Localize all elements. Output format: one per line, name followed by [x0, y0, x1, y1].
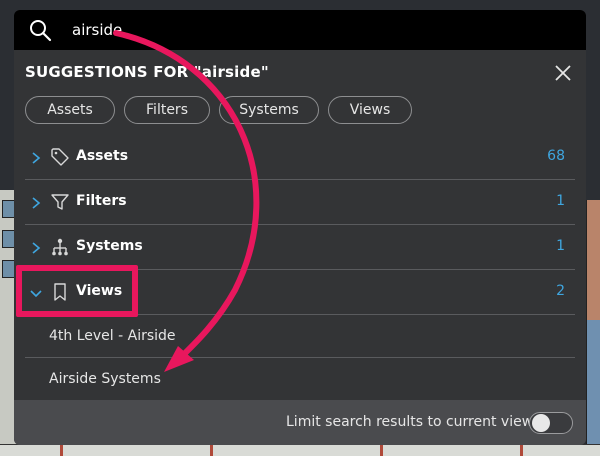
- tag-icon: [51, 148, 69, 166]
- hierarchy-icon: [52, 238, 68, 256]
- bookmark-icon: [54, 283, 66, 301]
- panel-footer: Limit search results to current view: [14, 400, 586, 445]
- post: [520, 444, 523, 456]
- category-row-filters[interactable]: Filters 1: [25, 181, 575, 225]
- chip-views[interactable]: Views: [328, 96, 412, 124]
- building-right-facade: [586, 320, 600, 456]
- funnel-icon: [51, 194, 69, 210]
- category-count: 2: [556, 283, 565, 299]
- post: [210, 444, 213, 456]
- ground-strip: [0, 444, 600, 456]
- view-result-label: 4th Level - Airside: [49, 328, 176, 344]
- chevron-right-icon[interactable]: [30, 196, 42, 210]
- post: [380, 444, 383, 456]
- category-row-systems[interactable]: Systems 1: [25, 226, 575, 270]
- category-count: 68: [547, 148, 565, 164]
- category-count: 1: [556, 238, 565, 254]
- chip-assets[interactable]: Assets: [25, 96, 115, 124]
- category-label: Systems: [76, 238, 143, 254]
- limit-results-label: Limit search results to current view: [286, 414, 534, 430]
- view-result-label: Airside Systems: [49, 371, 161, 387]
- chip-filters[interactable]: Filters: [124, 96, 210, 124]
- post: [60, 444, 63, 456]
- filter-chips: Assets Filters Systems Views: [25, 96, 412, 124]
- chevron-right-icon[interactable]: [30, 241, 42, 255]
- view-result-item[interactable]: 4th Level - Airside: [25, 315, 575, 358]
- close-icon[interactable]: [554, 64, 572, 82]
- chevron-right-icon[interactable]: [30, 151, 42, 165]
- search-bar: [14, 10, 586, 50]
- toggle-knob: [532, 414, 550, 432]
- category-label: Filters: [76, 193, 127, 209]
- chip-systems[interactable]: Systems: [219, 96, 319, 124]
- category-label: Views: [76, 283, 123, 299]
- limit-results-toggle[interactable]: [529, 412, 573, 434]
- category-count: 1: [556, 193, 565, 209]
- view-result-item[interactable]: Airside Systems: [25, 358, 575, 401]
- search-input[interactable]: [72, 18, 552, 42]
- category-row-assets[interactable]: Assets 68: [25, 136, 575, 180]
- category-label: Assets: [76, 148, 129, 164]
- suggestions-title: SUGGESTIONS FOR "airside": [25, 63, 269, 81]
- suggestions-panel: SUGGESTIONS FOR "airside" Assets Filters…: [14, 50, 586, 445]
- chevron-down-icon[interactable]: [30, 286, 42, 300]
- search-icon: [30, 20, 52, 42]
- category-row-views[interactable]: Views 2: [25, 271, 575, 315]
